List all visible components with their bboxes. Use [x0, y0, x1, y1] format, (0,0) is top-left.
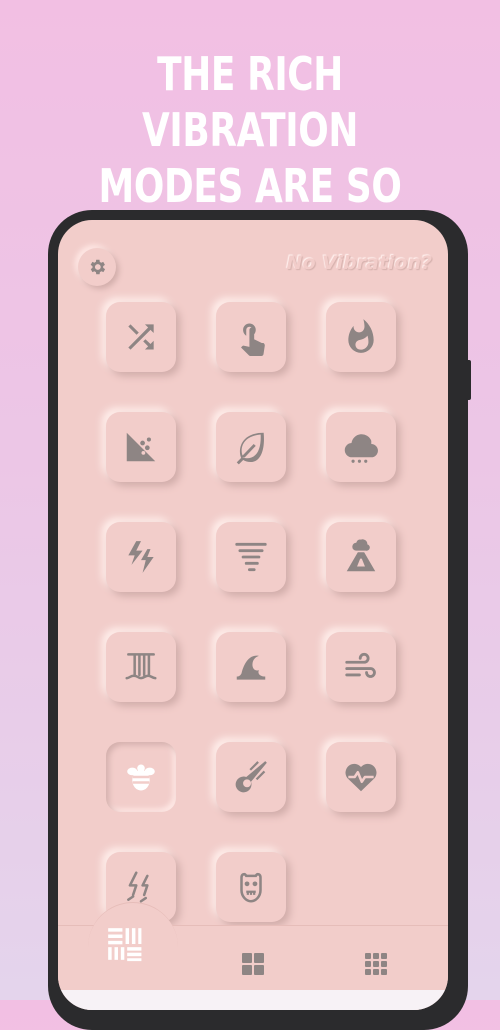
volcano-icon [346, 539, 376, 572]
fire-icon [348, 319, 374, 353]
snow-cloud-icon [344, 434, 378, 463]
mode-fire[interactable] [326, 302, 396, 372]
bottom-navigation [58, 902, 448, 1010]
bee-icon [127, 764, 155, 791]
monster-icon [240, 872, 262, 903]
headline-line-1: THE RICH VIBRATION [142, 47, 358, 157]
mode-meteor[interactable] [216, 742, 286, 812]
grid-large-icon [242, 953, 264, 975]
mode-wave[interactable] [216, 632, 286, 702]
mode-landslide[interactable] [106, 412, 176, 482]
settings-button[interactable] [78, 248, 116, 286]
mode-heartbeat[interactable] [326, 742, 396, 812]
mode-leaf[interactable] [216, 412, 286, 482]
app-screen: No Vibration? [58, 220, 448, 1010]
mode-snow-cloud[interactable] [326, 412, 396, 482]
phone-side-button [466, 360, 471, 400]
mode-shuffle[interactable] [106, 302, 176, 372]
leaf-icon [236, 432, 264, 465]
meteor-icon [235, 761, 267, 793]
waterfall-icon [125, 653, 157, 680]
heartbeat-icon [345, 763, 377, 792]
nav-grid-large-button[interactable] [231, 942, 275, 986]
storm-icon [127, 871, 149, 903]
mode-monster[interactable] [216, 852, 286, 922]
wave-icon [236, 655, 266, 680]
nav-list-layout-button[interactable] [102, 922, 146, 966]
grid-small-icon [365, 953, 387, 975]
wind-icon [345, 652, 376, 678]
landslide-icon [126, 432, 156, 462]
shuffle-icon [128, 324, 154, 350]
mode-waterfall[interactable] [106, 632, 176, 702]
mode-tap[interactable] [216, 302, 286, 372]
nav-grid-small-button[interactable] [354, 942, 398, 986]
tornado-icon [235, 542, 267, 572]
mode-lightning[interactable] [106, 522, 176, 592]
lightning-icon [128, 541, 154, 573]
no-vibration-button[interactable]: No Vibration? [287, 252, 432, 274]
mode-volcano[interactable] [326, 522, 396, 592]
list-layout-icon [108, 928, 142, 962]
mode-wind[interactable] [326, 632, 396, 702]
gear-icon [90, 259, 106, 275]
tap-icon [241, 323, 265, 356]
system-nav-strip [58, 990, 448, 1010]
mode-tornado[interactable] [216, 522, 286, 592]
mode-bee[interactable] [106, 742, 176, 812]
